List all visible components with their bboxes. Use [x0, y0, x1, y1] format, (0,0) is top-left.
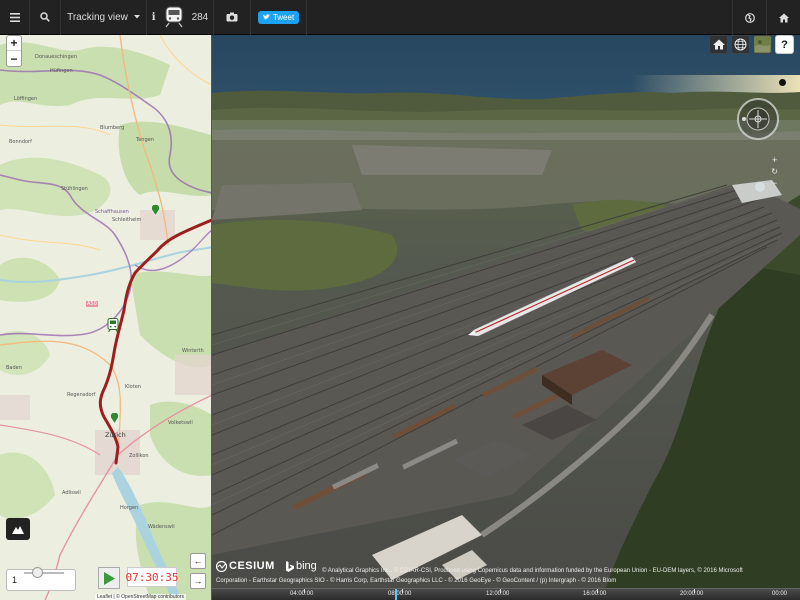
tweet-label: Tweet: [272, 12, 295, 22]
map-label: Adliswil: [62, 490, 81, 496]
compass-side-label: [742, 117, 746, 121]
help-button[interactable]: ?: [775, 35, 794, 54]
attribution-line: Corporation - Earthstar Geographics SIO …: [216, 578, 617, 584]
search-icon: [40, 12, 50, 22]
map-label: Stühlingen: [61, 186, 88, 192]
cesium-home-button[interactable]: [709, 35, 728, 54]
scene-mode-button[interactable]: [731, 35, 750, 54]
timeline-needle[interactable]: [395, 589, 397, 600]
zoom-out-button[interactable]: −: [7, 51, 21, 66]
view-select[interactable]: Tracking view: [61, 0, 147, 35]
search-button[interactable]: [30, 0, 61, 35]
map-label: Volketswil: [168, 420, 193, 426]
zoom-in-icon[interactable]: +: [772, 155, 777, 165]
map-zoom-control: + −: [6, 35, 22, 67]
map-2d-panel[interactable]: Donaueschingen Hüfingen Löffingen Blumbe…: [0, 35, 212, 600]
map-label: Schleitheim: [112, 217, 142, 223]
zoom-widget: + ↻ −: [771, 155, 778, 188]
map-label: Zürich: [105, 431, 126, 439]
imagery-thumbnail-icon: [755, 37, 770, 52]
elevation-profile-button[interactable]: [6, 518, 30, 540]
reset-zoom-icon[interactable]: ↻: [771, 167, 778, 176]
map-label: Wädenswil: [148, 524, 175, 530]
camera-icon: [226, 12, 238, 22]
cesium-toolbar: ?: [709, 35, 794, 54]
timeline-label: 04:00:00: [290, 591, 314, 597]
station-marker-icon[interactable]: [151, 205, 160, 216]
map-label: Löffingen: [14, 96, 38, 102]
timeline-label: 00:00: [772, 591, 788, 597]
home-button[interactable]: [766, 0, 800, 35]
map-label: Baden: [6, 365, 22, 371]
viewer-count: 284: [191, 11, 209, 23]
attribution-line: © Analytical Graphics Inc., © CGIAR-CSI,…: [322, 568, 743, 574]
top-navbar: Tracking view i 284 Tweet: [0, 0, 800, 35]
globe-button[interactable]: [732, 0, 766, 35]
map-label: Zollikon: [129, 453, 149, 459]
clock-display: 07:30:35: [126, 567, 179, 587]
cesium-3d-view[interactable]: ? + ↻ − CESIUM bing © Analytical Graphic…: [212, 35, 800, 600]
timeline-bar[interactable]: 04:00:00 08:00:00 12:00:00 16:00:00 20:0…: [212, 588, 800, 600]
map-label: Bonndorf: [9, 139, 32, 145]
home-icon: [712, 39, 725, 50]
play-button[interactable]: [98, 567, 120, 589]
globe-icon: [734, 38, 747, 51]
map-label: Hüfingen: [50, 68, 73, 74]
north-indicator-icon: [779, 79, 786, 86]
tweet-button[interactable]: Tweet: [257, 10, 300, 24]
map-label: Winterth: [182, 348, 204, 354]
base-layer-picker-button[interactable]: [753, 35, 772, 54]
aerial-scene[interactable]: [212, 35, 800, 600]
home-icon: [778, 13, 789, 22]
twitter-bird-icon: [262, 14, 270, 20]
play-icon: [104, 571, 115, 585]
station-marker-icon[interactable]: [110, 413, 119, 424]
train-icon: [165, 6, 183, 28]
map-label: Schaffhausen: [95, 209, 129, 215]
timeline-label: 12:00:00: [486, 591, 510, 597]
map-attribution[interactable]: Leaflet | © OpenStreetMap contributors: [95, 594, 186, 600]
info-group: i 284: [147, 0, 213, 35]
screenshot-button[interactable]: [213, 0, 251, 35]
zoom-in-button[interactable]: +: [7, 36, 21, 51]
map-label: Kloten: [125, 384, 141, 390]
globe-icon: [744, 12, 755, 23]
speed-slider-track[interactable]: [24, 572, 64, 574]
map-label: Regensdorf: [67, 392, 96, 398]
speed-value: 1: [12, 575, 18, 585]
timeline-label: 20:00:00: [680, 591, 704, 597]
map-label: Horgen: [120, 505, 139, 511]
zoom-out-icon[interactable]: −: [772, 178, 777, 188]
caret-down-icon: [133, 15, 140, 19]
map-label: A50: [86, 301, 98, 307]
menu-button[interactable]: [0, 0, 30, 35]
data-attribution: © Analytical Graphics Inc., © CGIAR-CSI,…: [216, 566, 800, 586]
view-select-label: Tracking view: [67, 11, 128, 23]
mountain-icon: [12, 526, 24, 534]
osm-map-background[interactable]: [0, 35, 212, 600]
train-marker-icon[interactable]: [107, 318, 119, 332]
info-icon[interactable]: i: [152, 12, 156, 23]
map-label: Tengen: [136, 137, 154, 143]
timeline-label: 08:00:00: [388, 591, 412, 597]
timeline-label: 16:00:00: [583, 591, 607, 597]
help-icon: ?: [781, 38, 788, 51]
speed-slider-handle[interactable]: [32, 567, 43, 578]
hamburger-icon: [9, 12, 20, 22]
collapse-panel-button[interactable]: ←: [190, 553, 206, 569]
expand-panel-button[interactable]: →: [190, 573, 206, 589]
map-label: Blumberg: [100, 125, 125, 131]
map-label: Donaueschingen: [35, 54, 77, 60]
tweet-cell: Tweet: [251, 0, 307, 35]
